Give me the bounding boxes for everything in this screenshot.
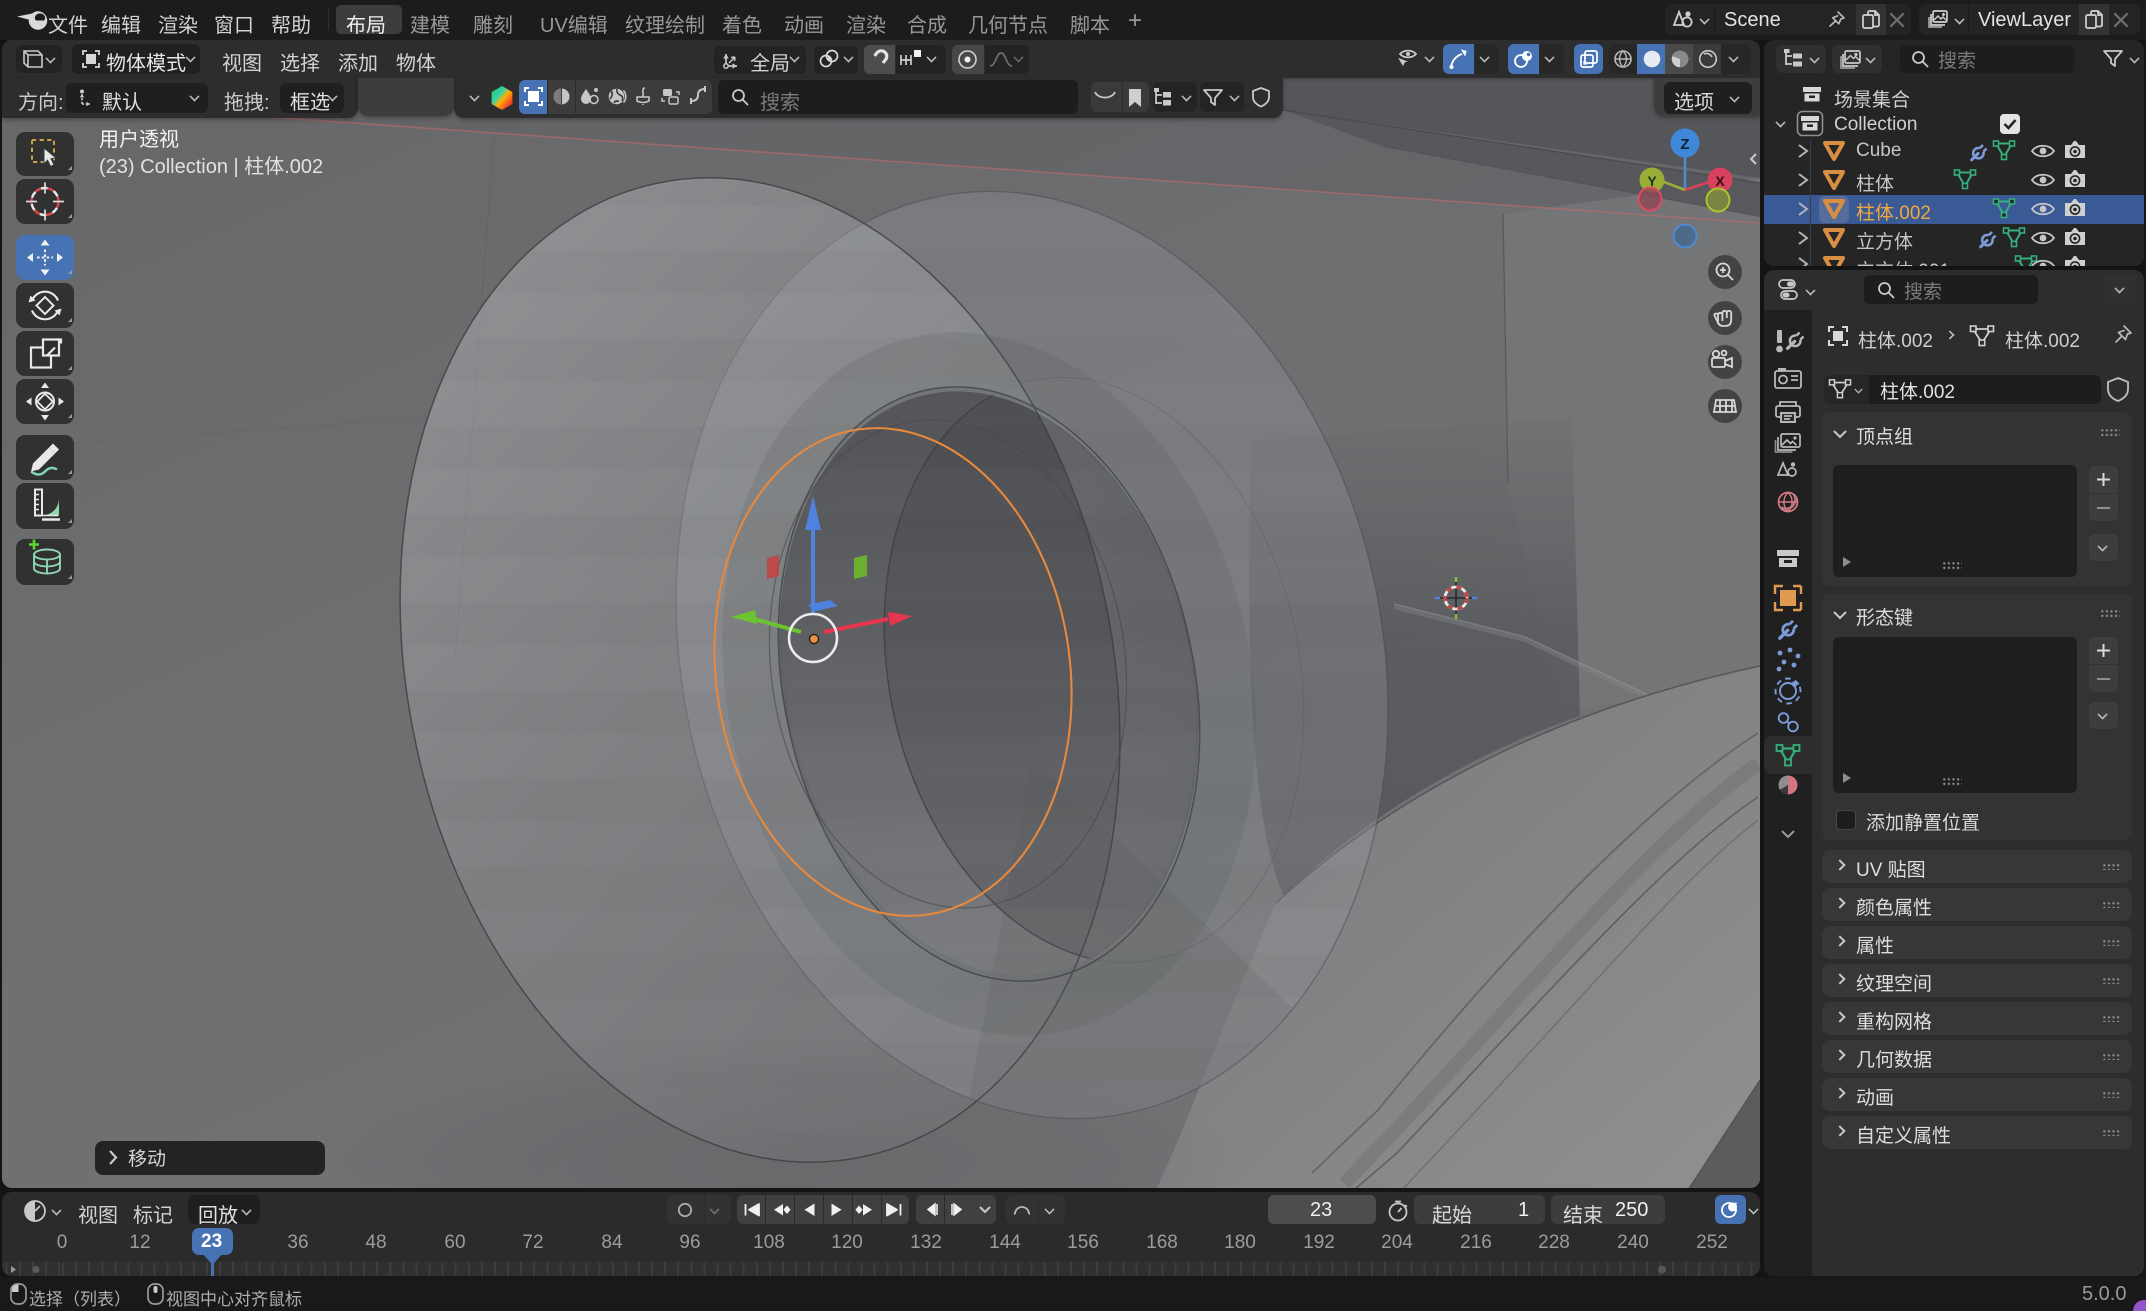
svg-text:移动: 移动 — [128, 1148, 166, 1170]
svg-text:用户透视: 用户透视 — [99, 128, 179, 151]
svg-text:Z: Z — [1680, 136, 1689, 153]
svg-text:(23) Collection | 柱体.002: (23) Collection | 柱体.002 — [99, 155, 323, 178]
svg-text:X: X — [1715, 173, 1725, 189]
